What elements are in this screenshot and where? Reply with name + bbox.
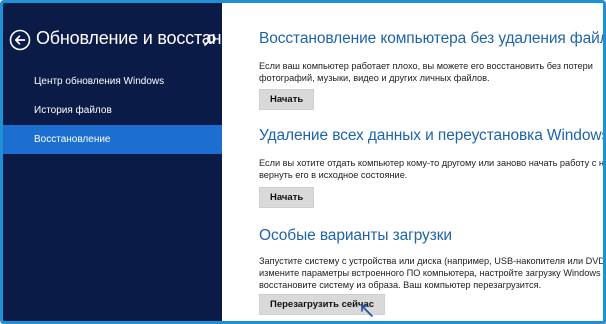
search-icon[interactable] bbox=[203, 33, 217, 47]
description-line: восстановите систему из образа. Ваш комп… bbox=[259, 280, 542, 290]
section-title: Особые варианты загрузки bbox=[259, 227, 452, 244]
section-description: Если ваш компьютер работает плохо, вы мо… bbox=[259, 60, 599, 84]
sidebar: Обновление и восстан… Центр обновления W… bbox=[3, 3, 239, 321]
section-reset-pc: Удаление всех данных и переустановка Win… bbox=[259, 127, 606, 208]
description-line: вернуть его в исходное состояние. bbox=[259, 170, 408, 180]
description-line: Если вы хотите отдать компьютер кому-то … bbox=[259, 158, 604, 168]
sidebar-nav: Центр обновления Windows История файлов … bbox=[3, 67, 222, 154]
section-description: Если вы хотите отдать компьютер кому-то … bbox=[259, 157, 604, 181]
back-arrow-icon[interactable] bbox=[9, 29, 31, 51]
window-frame: Обновление и восстан… Центр обновления W… bbox=[0, 0, 606, 324]
sidebar-item-recovery[interactable]: Восстановление bbox=[3, 125, 222, 154]
description-line: Если ваш компьютер работает плохо, вы мо… bbox=[259, 61, 593, 71]
section-description: Запустите систему с устройства или диска… bbox=[259, 255, 606, 291]
description-line: фотографий, музыки, видео и других личны… bbox=[259, 73, 490, 83]
main-content: Восстановление компьютера без удаления ф… bbox=[222, 3, 603, 321]
sidebar-item-windows-update[interactable]: Центр обновления Windows bbox=[3, 67, 222, 96]
section-title: Удаление всех данных и переустановка Win… bbox=[259, 127, 606, 144]
start-reset-button[interactable]: Начать bbox=[259, 187, 315, 208]
sidebar-item-label: Центр обновления Windows bbox=[34, 76, 165, 87]
sidebar-item-label: История файлов bbox=[34, 105, 112, 116]
start-refresh-button[interactable]: Начать bbox=[259, 89, 315, 110]
sidebar-header: Обновление и восстан… bbox=[3, 3, 239, 73]
section-refresh-pc: Восстановление компьютера без удаления ф… bbox=[259, 30, 606, 110]
section-title: Восстановление компьютера без удаления ф… bbox=[259, 30, 606, 47]
section-advanced-startup: Особые варианты загрузки Запустите систе… bbox=[259, 227, 606, 315]
description-line: измените параметры встроенного ПО компью… bbox=[259, 268, 606, 278]
pointer-arrow-icon bbox=[358, 303, 376, 321]
sidebar-item-label: Восстановление bbox=[34, 134, 111, 145]
sidebar-item-file-history[interactable]: История файлов bbox=[3, 96, 222, 125]
description-line: Запустите систему с устройства или диска… bbox=[259, 256, 606, 266]
